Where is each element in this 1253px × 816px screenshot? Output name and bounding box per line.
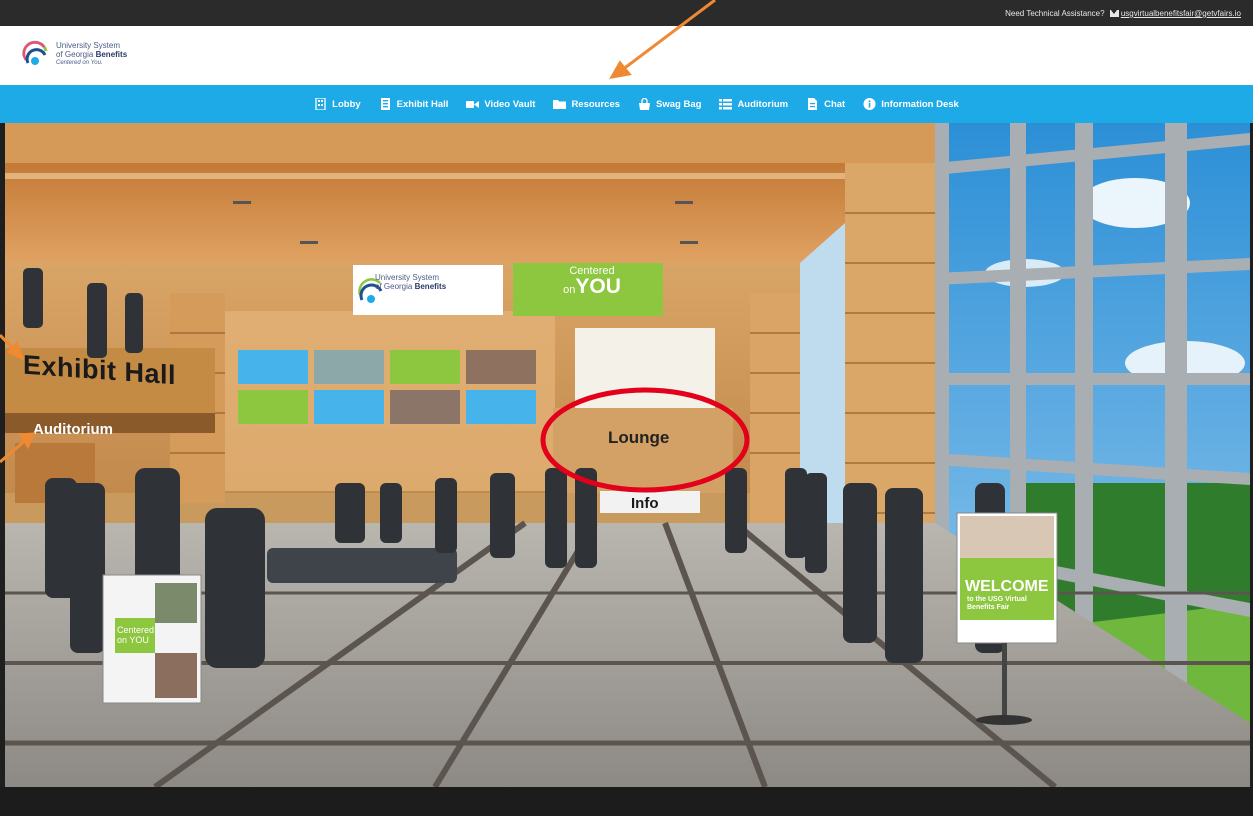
nav-label: Video Vault [484, 98, 536, 110]
nav-chat[interactable]: Chat [806, 98, 845, 110]
logo-line-1: University System [56, 40, 121, 50]
nav-label: Swag Bag [656, 98, 702, 110]
banner-line-2a: of Georgia [375, 282, 415, 291]
virtual-lobby-scene[interactable]: University System of Georgia Benefits Cen… [5, 123, 1250, 787]
site-header: University System of Georgia Benefits Ce… [0, 26, 1253, 85]
nav-label: Exhibit Hall [396, 98, 449, 110]
nav-label: Information Desk [881, 98, 959, 110]
main-navigation: Lobby Exhibit Hall Video Vault Resources… [0, 85, 1253, 123]
nav-information-desk[interactable]: Information Desk [863, 98, 959, 110]
building-icon [315, 98, 326, 110]
page-footer [0, 787, 1253, 816]
banner-line-2b: Benefits [414, 282, 447, 291]
logo-tagline: Centered on You. [56, 59, 103, 66]
auditorium-hotspot[interactable]: Auditorium [33, 421, 113, 438]
centered-on: on [563, 284, 576, 296]
top-support-bar: Need Technical Assistance? usgvirtualben… [0, 0, 1253, 26]
welcome-sub-line-1: to the USG Virtual [967, 596, 1027, 603]
tech-support-notice: Need Technical Assistance? usgvirtualben… [1005, 9, 1241, 18]
logo-line-2a: of Georgia [56, 49, 96, 59]
nav-exhibit-hall[interactable]: Exhibit Hall [379, 98, 449, 110]
document-chat-icon [808, 98, 818, 110]
bag-icon [639, 98, 651, 110]
logo-swirl-icon [21, 40, 49, 68]
lobby-render [5, 123, 1250, 787]
standee-line-1: Centered [117, 625, 155, 635]
welcome-sign-heading: WELCOME [965, 578, 1049, 595]
welcome-sign-subtext: to the USG Virtual Benefits Fair [967, 596, 1027, 612]
info-desk-hotspot[interactable]: Info [631, 495, 659, 512]
welcome-sub-line-2: Benefits Fair [967, 604, 1010, 611]
banner-usg-text: University System of Georgia Benefits [375, 273, 446, 291]
video-camera-icon [466, 101, 480, 108]
nav-swag-bag[interactable]: Swag Bag [638, 98, 701, 110]
logo-line-2: of Georgia Benefits [56, 50, 127, 59]
centered-you: YOU [575, 275, 621, 298]
nav-label: Auditorium [737, 98, 789, 110]
folder-icon [553, 100, 567, 109]
nav-label: Chat [824, 98, 846, 110]
lounge-hotspot[interactable]: Lounge [608, 428, 669, 448]
support-email-link[interactable]: usgvirtualbenefitsfair@getvfairs.io [1121, 9, 1241, 18]
nav-video-vault[interactable]: Video Vault [466, 98, 535, 110]
support-text: Need Technical Assistance? [1005, 9, 1105, 18]
logo-line-2b: Benefits [95, 49, 128, 59]
banner-line-1: University System [375, 273, 440, 282]
nav-resources[interactable]: Resources [553, 98, 620, 110]
envelope-icon [1109, 10, 1119, 17]
usg-benefits-logo[interactable]: University System of Georgia Benefits Ce… [20, 36, 127, 72]
nav-lobby[interactable]: Lobby [314, 98, 361, 110]
booth-icon [380, 98, 390, 110]
grid-list-icon [719, 99, 733, 110]
info-circle-icon [863, 98, 876, 110]
lounge-sofa [267, 548, 457, 583]
standee-line-2: on YOU [117, 635, 149, 645]
nav-label: Resources [571, 98, 621, 110]
ceiling-beam [5, 123, 935, 163]
nav-auditorium[interactable]: Auditorium [719, 98, 788, 110]
nav-label: Lobby [332, 98, 361, 110]
left-standee-text: Centered on YOU [117, 625, 154, 645]
centered-on-you-text: Centered onYOU [519, 265, 665, 297]
